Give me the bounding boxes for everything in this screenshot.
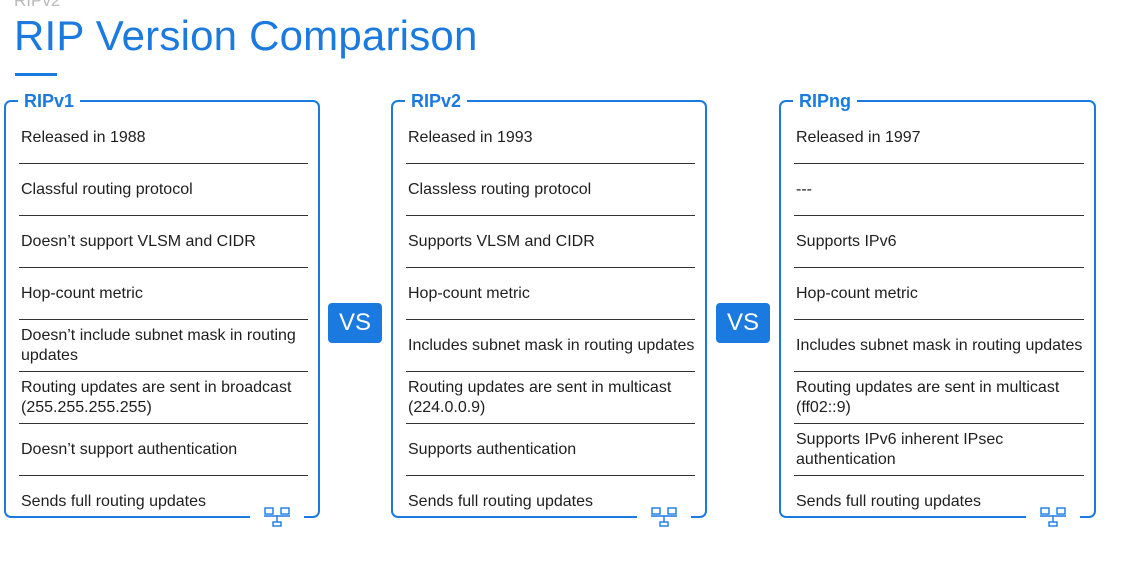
list-item: Doesn’t support authentication	[19, 424, 308, 476]
list-item: Includes subnet mask in routing updates	[406, 320, 695, 372]
list-item: Supports IPv6 inherent IPsec authenticat…	[794, 424, 1084, 476]
row-list: Released in 1997 --- Supports IPv6 Hop-c…	[794, 112, 1084, 528]
page-kicker: RIPv2	[14, 0, 61, 10]
card-title: RIPv2	[405, 90, 468, 112]
card-ripv1: RIPv1 Released in 1988 Classful routing …	[4, 90, 320, 527]
list-item: Routing updates are sent in multicast (f…	[794, 372, 1084, 424]
list-item: Routing updates are sent in broadcast (2…	[19, 372, 308, 424]
list-item: Doesn’t include subnet mask in routing u…	[19, 320, 308, 372]
list-item: Routing updates are sent in multicast (2…	[406, 372, 695, 424]
card-ripv2: RIPv2 Released in 1993 Classless routing…	[391, 90, 707, 527]
list-item: Doesn’t support VLSM and CIDR	[19, 216, 308, 268]
vs-badge: VS	[328, 303, 382, 343]
list-item: ---	[794, 164, 1084, 216]
card-title: RIPv1	[18, 90, 81, 112]
list-item: Released in 1988	[19, 112, 308, 164]
network-computers-icon	[1026, 506, 1080, 527]
list-item: Hop-count metric	[19, 268, 308, 320]
list-item: Supports authentication	[406, 424, 695, 476]
list-item: Released in 1993	[406, 112, 695, 164]
network-computers-icon	[250, 506, 304, 527]
network-computers-icon	[637, 506, 691, 527]
list-item: Classful routing protocol	[19, 164, 308, 216]
list-item: Hop-count metric	[406, 268, 695, 320]
title-underline	[15, 73, 57, 76]
row-list: Released in 1988 Classful routing protoc…	[19, 112, 308, 528]
list-item: Supports IPv6	[794, 216, 1084, 268]
page-title: RIP Version Comparison	[14, 12, 478, 59]
card-ripng: RIPng Released in 1997 --- Supports IPv6…	[779, 90, 1096, 527]
list-item: Released in 1997	[794, 112, 1084, 164]
list-item: Hop-count metric	[794, 268, 1084, 320]
list-item: Supports VLSM and CIDR	[406, 216, 695, 268]
card-title: RIPng	[793, 90, 857, 112]
row-list: Released in 1993 Classless routing proto…	[406, 112, 695, 528]
list-item: Classless routing protocol	[406, 164, 695, 216]
list-item: Includes subnet mask in routing updates	[794, 320, 1084, 372]
vs-badge: VS	[716, 303, 770, 343]
